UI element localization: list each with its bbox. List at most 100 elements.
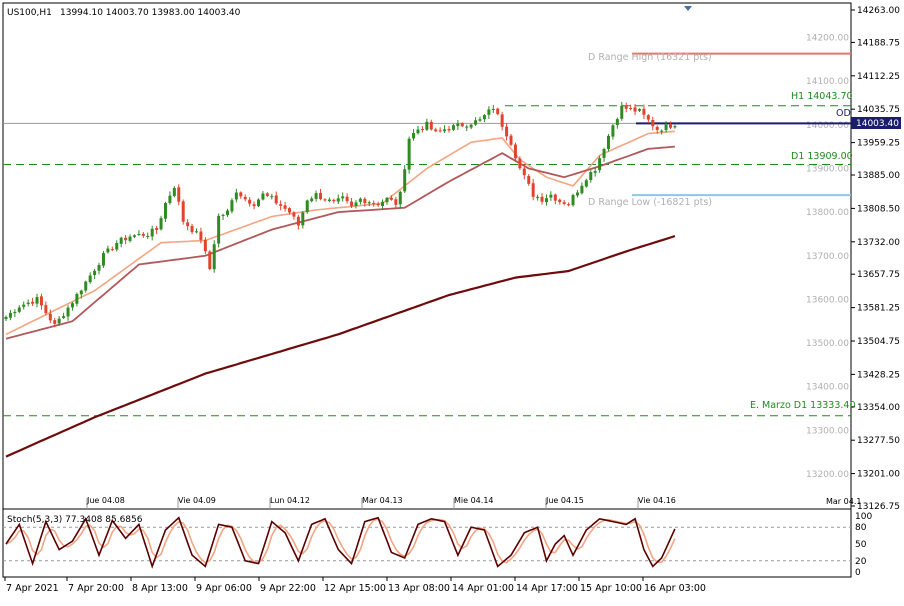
- candle-body: [496, 108, 500, 115]
- stoch-axis-label: 20: [855, 557, 867, 567]
- symbol-label: US100,H1: [7, 8, 52, 18]
- candle-body: [48, 313, 52, 321]
- candle-body: [660, 130, 664, 132]
- candle-body: [505, 126, 509, 137]
- candle-body: [243, 196, 247, 200]
- price-label: 13657.75: [857, 270, 900, 280]
- candle-body: [159, 218, 163, 230]
- candle-body: [509, 135, 513, 145]
- time-label: 14 Apr 17:00: [516, 583, 578, 594]
- candle-body: [637, 109, 641, 111]
- candle-body: [562, 202, 566, 204]
- candle-body: [305, 200, 309, 213]
- candle-body: [124, 237, 128, 241]
- candle-body: [194, 231, 198, 233]
- candle-body: [407, 138, 411, 170]
- candle-body: [438, 130, 442, 132]
- candle-body: [257, 199, 261, 207]
- candle-body: [593, 170, 597, 173]
- candle-body: [456, 123, 460, 127]
- ghost-price-label: 13800.00: [806, 208, 849, 218]
- ghost-price-label: 13700.00: [806, 252, 849, 262]
- candle-body: [323, 199, 327, 201]
- candle-body: [584, 180, 588, 187]
- price-label: 14112.25: [857, 72, 900, 82]
- ghost-price-label: 13300.00: [806, 426, 849, 436]
- stoch-axis-label: 0: [855, 568, 861, 578]
- stoch-axis-label: 80: [855, 523, 867, 533]
- price-chart[interactable]: 14200.00 14100.00 14000.00 13900.00 13800.00…: [0, 0, 904, 602]
- candle-body: [106, 248, 110, 253]
- candle-body: [270, 196, 274, 198]
- candle-body: [234, 192, 238, 200]
- price-label: 13428.25: [857, 370, 900, 380]
- date-mark-label: Jue 04.15: [545, 496, 584, 505]
- candle-body: [163, 203, 167, 219]
- candle-body: [425, 121, 429, 130]
- candle-body: [527, 176, 531, 184]
- candle-body: [310, 198, 314, 202]
- candle-body: [288, 208, 292, 213]
- candle-body: [155, 228, 159, 230]
- price-label: 14263.00: [857, 6, 900, 16]
- date-mark-label: Lun 04.12: [270, 496, 310, 505]
- candle-body: [443, 129, 447, 132]
- candle-body: [611, 125, 615, 137]
- candle-body: [664, 124, 668, 131]
- candle-body: [629, 108, 633, 110]
- candle-body: [429, 121, 433, 130]
- candle-body: [181, 201, 185, 222]
- candle-body: [341, 196, 345, 199]
- candle-body: [57, 318, 61, 324]
- candle-body: [558, 199, 562, 203]
- candle-body: [367, 202, 371, 204]
- chart-background: [0, 0, 904, 602]
- date-mark-label: Mar 04.13: [362, 496, 403, 505]
- candle-body: [482, 115, 486, 120]
- chart-window[interactable]: 14200.00 14100.00 14000.00 13900.00 13800.00…: [0, 0, 904, 602]
- price-label: 13504.75: [857, 337, 900, 347]
- candle-body: [66, 307, 70, 317]
- candle-body: [465, 126, 469, 128]
- candle-body: [150, 228, 154, 237]
- candle-body: [513, 144, 517, 159]
- time-label: 14 Apr 01:00: [452, 583, 514, 594]
- candle-body: [598, 158, 602, 171]
- candle-body: [261, 193, 265, 200]
- candle-body: [296, 216, 300, 226]
- candle-body: [354, 202, 358, 207]
- candle-body: [416, 129, 420, 134]
- candle-body: [70, 303, 74, 308]
- candle-body: [412, 133, 416, 139]
- ghost-price-label: 13200.00: [806, 470, 849, 480]
- candle-body: [319, 193, 323, 200]
- candle-body: [199, 231, 203, 240]
- candle-body: [336, 198, 340, 202]
- candle-body: [345, 196, 349, 202]
- candle-body: [190, 225, 194, 233]
- time-label: 12 Apr 15:00: [324, 583, 386, 594]
- candle-body: [274, 195, 278, 204]
- time-label: 16 Apr 03:00: [644, 583, 706, 594]
- candle-body: [62, 316, 66, 318]
- candle-body: [226, 210, 229, 216]
- candle-body: [239, 192, 243, 197]
- candle-body: [221, 214, 225, 216]
- candle-body: [88, 275, 92, 283]
- candle-body: [75, 293, 79, 304]
- candle-body: [673, 126, 677, 128]
- candle-body: [217, 215, 221, 244]
- price-label: 13126.75: [857, 502, 900, 512]
- candle-body: [332, 199, 336, 202]
- time-label: 7 Apr 2021: [6, 583, 59, 594]
- candle-body: [84, 281, 88, 291]
- candle-body: [208, 251, 212, 270]
- ghost-price-label: 14200.00: [806, 34, 849, 44]
- candle-body: [172, 188, 176, 196]
- candle-body: [97, 265, 101, 271]
- price-label: 13808.50: [857, 204, 900, 214]
- candle-body: [602, 149, 606, 158]
- candle-body: [669, 124, 672, 128]
- candle-body: [651, 119, 655, 127]
- candle-body: [500, 114, 504, 127]
